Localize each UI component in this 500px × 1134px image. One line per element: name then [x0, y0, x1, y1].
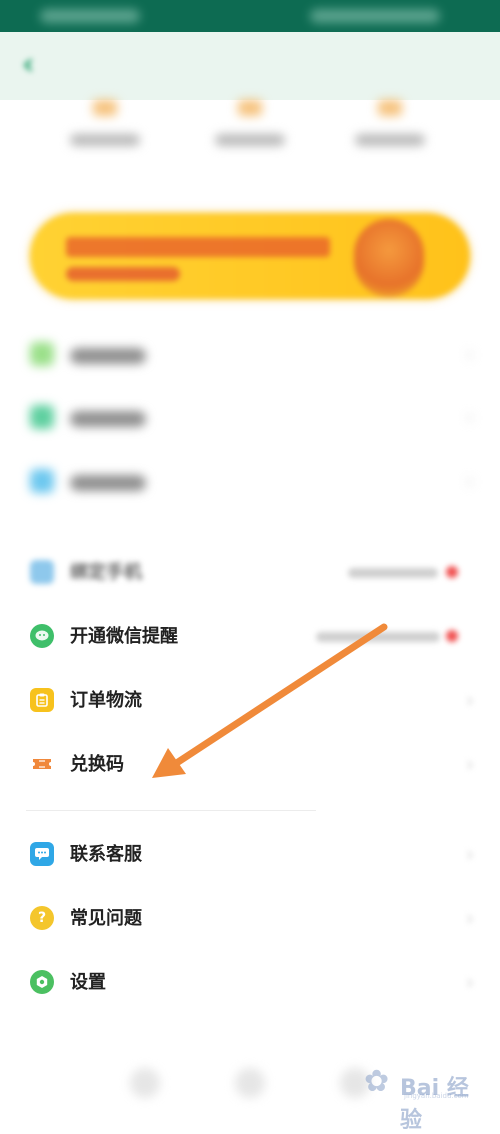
watermark-url: jingyan.baidu.com [404, 1092, 469, 1100]
watermark-text: Bai 经验 [400, 1076, 469, 1133]
watermark: ✿ Bai 经验 jingyan.baidu.com [364, 1060, 490, 1133]
paw-logo-icon: ✿ [364, 1064, 390, 1099]
annotation-arrow [152, 623, 388, 778]
